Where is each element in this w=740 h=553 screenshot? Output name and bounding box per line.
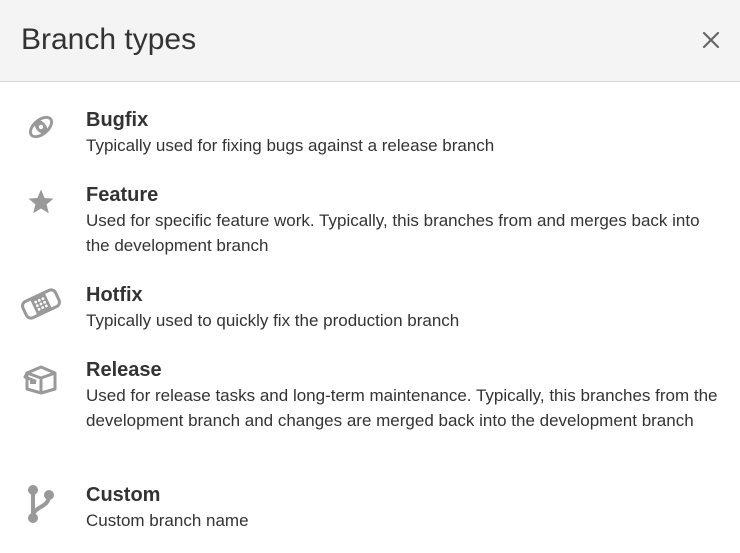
bug-icon xyxy=(20,106,62,148)
dialog-header: Branch types xyxy=(0,0,740,82)
branch-type-name: Hotfix xyxy=(86,284,143,306)
branch-icon xyxy=(20,483,62,525)
branch-type-description: Typically used for fixing bugs against a… xyxy=(86,136,495,155)
close-icon xyxy=(702,31,720,49)
branch-type-description: Used for specific feature work. Typicall… xyxy=(86,211,700,255)
branch-type-description: Used for release tasks and long-term mai… xyxy=(86,386,718,430)
branch-type-description: Custom branch name xyxy=(86,511,249,530)
branch-type-name: Custom xyxy=(86,484,161,506)
star-icon xyxy=(20,181,62,223)
branch-type-name: Bugfix xyxy=(86,109,149,131)
box-icon xyxy=(20,358,62,400)
branch-types-dialog: Branch types Bugfix Typically used for f… xyxy=(0,0,740,553)
branch-type-name: Feature xyxy=(86,184,159,206)
branch-type-description: Typically used to quickly fix the produc… xyxy=(86,311,460,330)
close-button[interactable] xyxy=(698,27,724,53)
dialog-title: Branch types xyxy=(21,23,197,56)
branch-type-name: Release xyxy=(86,359,162,381)
bandage-icon xyxy=(20,283,62,325)
